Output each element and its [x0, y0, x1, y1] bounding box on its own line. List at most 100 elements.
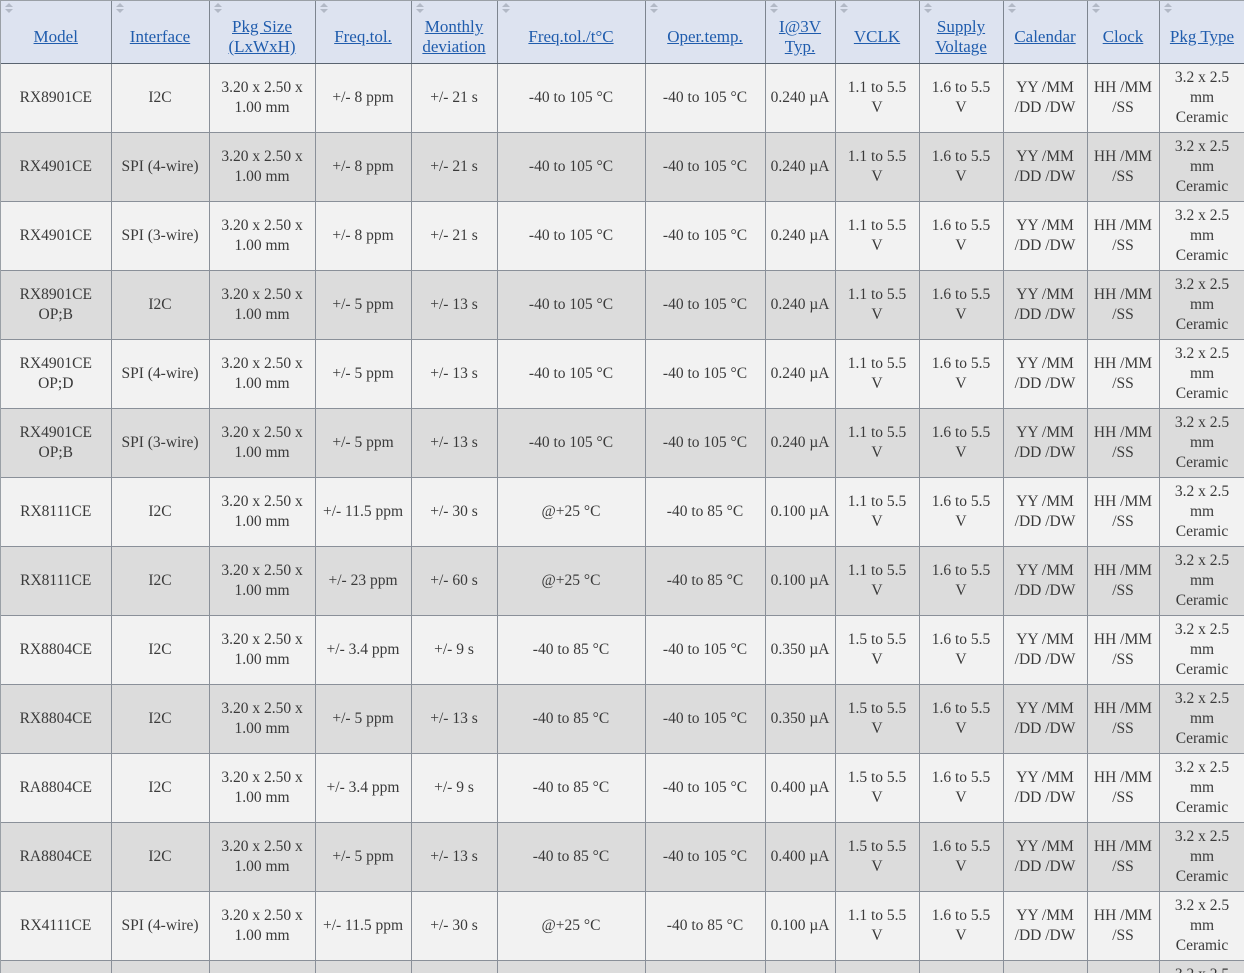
table-row[interactable]: RX4111CESPI (4-wire)3.20 x 2.50 x 1.00 m… — [1, 891, 1244, 961]
cell-freq-tol: +/- 11.5 ppm — [315, 477, 412, 547]
cell-interface: I2C — [111, 615, 210, 685]
cell-pkg-type: 3.2 x 2.5 mm Ceramic — [1159, 477, 1244, 547]
cell-monthly-deviation: +/- 60 s — [411, 546, 498, 616]
cell-model: RX4901CE — [1, 132, 112, 202]
cell-model: RX4901CE OP;D — [1, 339, 112, 409]
column-header-link[interactable]: Oper.temp. — [667, 27, 743, 47]
sort-updown-icon[interactable] — [115, 3, 126, 15]
sort-updown-icon[interactable] — [649, 3, 660, 15]
cell-oper-temp: -40 to 105 °C — [645, 270, 766, 340]
product-spec-table: Model Interface Pkg Size (LxWxH) Freq.tol. M… — [1, 1, 1244, 973]
table-row[interactable]: RX8804CE I2C 3.20 x 2.50 x 1.00 mm +/- 5 pp… — [1, 684, 1244, 754]
cell-monthly-deviation: +/- 13 s — [411, 408, 498, 478]
sort-updown-icon[interactable] — [1007, 3, 1018, 15]
cell-supply-voltage: 1.6 to 5.5 V — [919, 822, 1004, 892]
column-header-monthly-deviation[interactable]: Monthly deviation — [411, 1, 498, 64]
table-row[interactable]: RA8804CE I2C 3.20 x 2.50 x 1.00 mm +/- 5 pp… — [1, 822, 1244, 892]
column-header-clock[interactable]: Clock — [1087, 1, 1160, 64]
sort-updown-icon[interactable] — [769, 3, 780, 15]
table-row[interactable]: RX4901CE OP;D SPI (4-wire) 3.20 x 2.50 x 1… — [1, 339, 1244, 409]
cell-i-at-3v: 0.240 µA — [765, 132, 836, 202]
table-row[interactable]: RX8901CE OP;B I2C 3.20 x 2.50 x 1.00 mm +/-… — [1, 270, 1244, 340]
cell-clock: HH /MM /SS — [1087, 753, 1160, 823]
cell-pkg-size: 3.20 x 2.50 x 1.00 mm — [209, 615, 316, 685]
cell-interface: SPI (4-wire) — [111, 339, 210, 409]
cell-pkg-size: 3.20 x 2.50 x 1.00 mm — [209, 339, 316, 409]
cell-oper-temp: -40 to 105 °C — [645, 132, 766, 202]
cell-model: RX4111CE — [1, 891, 112, 961]
sort-updown-icon[interactable] — [415, 3, 426, 15]
cell-freq-tol-t: -40 to 85 °C — [497, 822, 646, 892]
cell-supply-voltage: 1.6 to 5.5 V — [919, 270, 1004, 340]
column-header-vclk[interactable]: VCLK — [835, 1, 920, 64]
column-header-pkg-type[interactable]: Pkg Type — [1159, 1, 1244, 64]
cell-vclk: 1.1 to 5.5 V — [835, 546, 920, 616]
column-header-pkg-size[interactable]: Pkg Size (LxWxH) — [209, 1, 316, 64]
cell-pkg-size: 3.20 x 2.50 x 1.00 mm — [209, 684, 316, 754]
cell-freq-tol: +/- 5 ppm — [315, 408, 412, 478]
cell-freq-tol: +/- 11.5 ppm — [315, 891, 412, 961]
column-header-calendar[interactable]: Calendar — [1003, 1, 1088, 64]
cell-freq-tol-t: -40 to 105 °C — [497, 270, 646, 340]
table-row[interactable]: RA8804CE I2C 3.20 x 2.50 x 1.00 mm +/- 3.4 … — [1, 753, 1244, 823]
cell-monthly-deviation: +/- 13 s — [411, 339, 498, 409]
cell-freq-tol-t: @+25 °C — [497, 960, 646, 973]
table-row[interactable]: RX4901CE OP;B SPI (3-wire) 3.20 x 2.50 x 1… — [1, 408, 1244, 478]
cell-clock: HH /MM /SS — [1087, 684, 1160, 754]
table-row[interactable]: RX8111CE I2C 3.20 x 2.50 x 1.00 mm +/- 23 p… — [1, 546, 1244, 616]
table-row[interactable]: RX8804CE I2C 3.20 x 2.50 x 1.00 mm +/- 3.4 … — [1, 615, 1244, 685]
cell-calendar: YY /MM /DD /DW — [1003, 891, 1088, 961]
table-row[interactable]: RX4901CE SPI (3-wire) 3.20 x 2.50 x 1.00 m… — [1, 201, 1244, 271]
cell-monthly-deviation: +/- 9 s — [411, 615, 498, 685]
cell-interface: SPI (4-wire) — [111, 891, 210, 961]
table-row[interactable]: RX4111CESPI (4-wire)3.20 x 2.50 x 1.00 m… — [1, 960, 1244, 973]
column-header-link[interactable]: Monthly deviation — [415, 17, 494, 57]
column-header-freq-tol-t[interactable]: Freq.tol./t°C — [497, 1, 646, 64]
column-header-link[interactable]: Interface — [130, 27, 190, 47]
sort-updown-icon[interactable] — [1163, 3, 1174, 15]
cell-i-at-3v: 0.240 µA — [765, 201, 836, 271]
table-row[interactable]: RX8901CE I2C 3.20 x 2.50 x 1.00 mm +/- 8 pp… — [1, 63, 1244, 133]
column-header-link[interactable]: Clock — [1103, 27, 1144, 47]
column-header-oper-temp[interactable]: Oper.temp. — [645, 1, 766, 64]
cell-interface: I2C — [111, 63, 210, 133]
column-header-link[interactable]: I@3V Typ. — [769, 17, 832, 57]
column-header-model[interactable]: Model — [1, 1, 112, 64]
column-header-link[interactable]: Freq.tol./t°C — [528, 27, 613, 47]
cell-vclk: 1.1 to 5.5 V — [835, 132, 920, 202]
sort-updown-icon[interactable] — [319, 3, 330, 15]
cell-calendar: YY /MM /DD /DW — [1003, 684, 1088, 754]
cell-pkg-size: 3.20 x 2.50 x 1.00 mm — [209, 477, 316, 547]
column-header-link[interactable]: Model — [34, 27, 78, 47]
cell-supply-voltage: 1.6 to 5.5 V — [919, 960, 1004, 973]
cell-vclk: 1.1 to 5.5 V — [835, 408, 920, 478]
cell-vclk: 1.5 to 5.5 V — [835, 684, 920, 754]
column-header-link[interactable]: Pkg Size (LxWxH) — [213, 17, 312, 57]
cell-interface: I2C — [111, 684, 210, 754]
sort-updown-icon[interactable] — [839, 3, 850, 15]
column-header-link[interactable]: Freq.tol. — [334, 27, 392, 47]
table-row[interactable]: RX4901CE SPI (4-wire) 3.20 x 2.50 x 1.00 m… — [1, 132, 1244, 202]
column-header-i-at-3v[interactable]: I@3V Typ. — [765, 1, 836, 64]
table-row[interactable]: RX8111CE I2C 3.20 x 2.50 x 1.00 mm +/- 11.5… — [1, 477, 1244, 547]
column-header-link[interactable]: Pkg Type — [1170, 27, 1234, 47]
cell-freq-tol: +/- 23 ppm — [315, 960, 412, 973]
cell-freq-tol: +/- 5 ppm — [315, 270, 412, 340]
sort-updown-icon[interactable] — [4, 3, 15, 15]
sort-updown-icon[interactable] — [1091, 3, 1102, 15]
cell-pkg-type: 3.2 x 2.5 mm Ceramic — [1159, 684, 1244, 754]
column-header-supply-voltage[interactable]: Supply Voltage — [919, 1, 1004, 64]
column-header-interface[interactable]: Interface — [111, 1, 210, 64]
sort-updown-icon[interactable] — [501, 3, 512, 15]
cell-oper-temp: -40 to 85 °C — [645, 960, 766, 973]
column-header-link[interactable]: Supply Voltage — [923, 17, 1000, 57]
cell-supply-voltage: 1.6 to 5.5 V — [919, 63, 1004, 133]
sort-updown-icon[interactable] — [213, 3, 224, 15]
column-header-link[interactable]: Calendar — [1014, 27, 1075, 47]
cell-monthly-deviation: +/- 9 s — [411, 753, 498, 823]
column-header-freq-tol[interactable]: Freq.tol. — [315, 1, 412, 64]
cell-supply-voltage: 1.6 to 5.5 V — [919, 477, 1004, 547]
column-header-link[interactable]: VCLK — [854, 27, 900, 47]
sort-updown-icon[interactable] — [923, 3, 934, 15]
cell-vclk: 1.1 to 5.5 V — [835, 201, 920, 271]
